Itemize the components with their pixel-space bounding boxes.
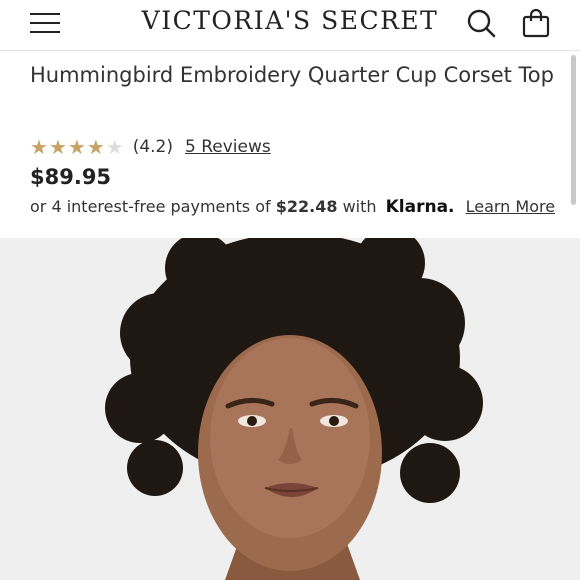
star-full-icon: ★ [48, 135, 67, 159]
product-price: $89.95 [30, 165, 112, 189]
klarna-prefix: or 4 interest-free payments of [30, 197, 271, 216]
top-nav-bar: VICTORIA'S SECRET [0, 0, 580, 51]
product-image[interactable] [0, 238, 580, 580]
rating-value: (4.2) [132, 137, 173, 157]
klarna-amount: $22.48 [275, 197, 338, 216]
shopping-bag-icon[interactable] [520, 7, 552, 39]
product-title: Hummingbird Embroidery Quarter Cup Corse… [30, 63, 554, 87]
star-full-icon: ★ [67, 135, 86, 159]
star-empty-icon: ★ [105, 135, 124, 159]
klarna-with: with [342, 197, 377, 216]
model-photo [0, 238, 580, 580]
star-full-icon: ★ [86, 135, 105, 159]
scrollbar[interactable] [571, 55, 576, 205]
search-icon[interactable] [466, 8, 498, 40]
star-rating[interactable]: ★ ★ ★ ★ ★ [30, 137, 125, 157]
klarna-learn-more-link[interactable]: Learn More [466, 197, 555, 216]
rating-row: ★ ★ ★ ★ ★ (4.2) 5 Reviews [30, 135, 271, 159]
reviews-link[interactable]: 5 Reviews [185, 137, 271, 157]
klarna-logo: Klarna. [385, 197, 455, 217]
klarna-installments: or 4 interest-free payments of $22.48 wi… [30, 197, 555, 217]
star-full-icon: ★ [30, 135, 48, 159]
